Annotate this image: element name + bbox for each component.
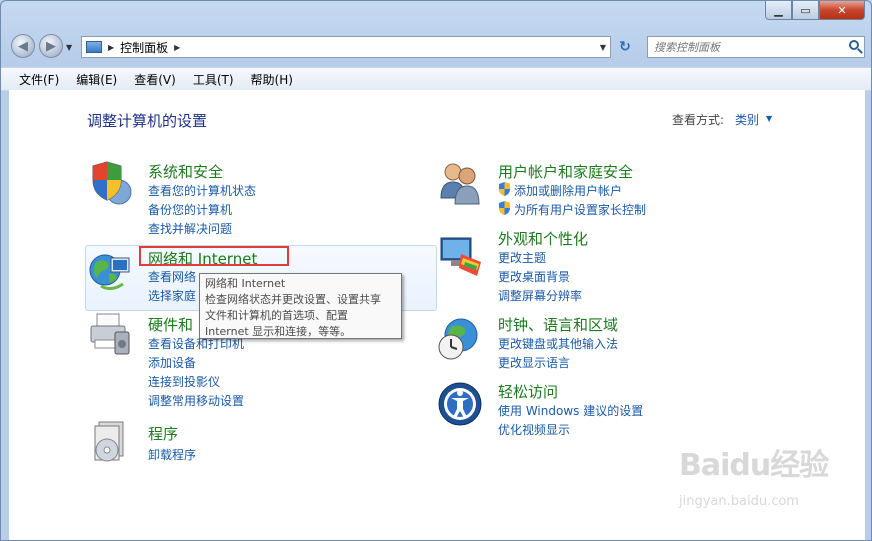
link-change-theme[interactable]: 更改主题 — [498, 249, 546, 266]
forward-button[interactable]: ▶ — [39, 34, 63, 58]
category-system-security[interactable]: 系统和安全 — [148, 161, 223, 182]
menu-bar: 文件(F) 编辑(E) 查看(V) 工具(T) 帮助(H) — [1, 67, 871, 91]
chevron-down-icon[interactable]: ▼ — [766, 114, 772, 123]
category-clock-language-region[interactable]: 时钟、语言和区域 — [498, 314, 618, 335]
control-panel-icon — [86, 41, 102, 53]
control-panel-window: ▁ ▭ ✕ ◀ ▶ ▼ ▶ 控制面板 ▶ ▼ ↻ 文件(F) 编辑(E) 查看(… — [0, 0, 872, 541]
arrow-left-icon: ◀ — [18, 38, 28, 54]
address-bar[interactable]: ▶ 控制面板 ▶ ▼ — [81, 36, 611, 58]
network-globe-icon — [89, 254, 130, 291]
close-button[interactable]: ✕ — [819, 1, 865, 20]
link-add-device[interactable]: 添加设备 — [148, 354, 196, 371]
link-view-computer-status[interactable]: 查看您的计算机状态 — [148, 182, 256, 199]
link-windows-suggested-settings[interactable]: 使用 Windows 建议的设置 — [498, 402, 643, 419]
programs-icon — [94, 421, 124, 462]
link-parental-controls[interactable]: 为所有用户设置家长控制 — [514, 201, 646, 218]
link-mobility-settings[interactable]: 调整常用移动设置 — [148, 392, 244, 409]
view-by-label: 查看方式: — [672, 113, 725, 127]
search-input[interactable] — [648, 39, 846, 55]
maximize-button[interactable]: ▭ — [792, 1, 819, 20]
search-icon[interactable] — [849, 40, 859, 50]
clock-globe-icon — [438, 318, 478, 360]
menu-file[interactable]: 文件(F) — [1, 71, 66, 88]
security-shield-icon — [92, 161, 132, 205]
menu-view[interactable]: 查看(V) — [124, 71, 183, 88]
category-ease-of-access[interactable]: 轻松访问 — [498, 381, 558, 402]
network-tooltip: 网络和 Internet 检查网络状态并更改设置、设置共享 文件和计算机的首选项… — [199, 273, 402, 339]
tooltip-line: 检查网络状态并更改设置、设置共享 — [205, 293, 381, 306]
category-programs[interactable]: 程序 — [148, 423, 178, 444]
link-connect-projector[interactable]: 连接到投影仪 — [148, 373, 220, 390]
link-add-remove-accounts[interactable]: 添加或删除用户帐户 — [514, 182, 622, 199]
link-optimize-visual-display[interactable]: 优化视频显示 — [498, 421, 570, 438]
link-uninstall-program[interactable]: 卸载程序 — [148, 446, 196, 463]
menu-tools[interactable]: 工具(T) — [183, 71, 241, 88]
tooltip-line: Internet 显示和连接，等等。 — [205, 325, 352, 338]
watermark-url: jingyan.baidu.com — [679, 494, 799, 509]
uac-shield-icon — [499, 201, 510, 215]
appearance-monitor-icon — [440, 237, 481, 276]
tooltip-line: 网络和 Internet — [205, 277, 286, 290]
category-hardware-sound[interactable]: 硬件和 — [148, 314, 193, 335]
caption-buttons: ▁ ▭ ✕ — [765, 1, 865, 20]
watermark-brand: Baidu经验 — [679, 448, 829, 483]
navigation-bar: ◀ ▶ ▼ ▶ 控制面板 ▶ ▼ ↻ — [1, 34, 871, 60]
link-view-network[interactable]: 查看网络 — [148, 268, 196, 285]
breadcrumb-control-panel[interactable]: 控制面板 — [120, 39, 168, 56]
link-backup-computer[interactable]: 备份您的计算机 — [148, 201, 232, 218]
link-troubleshoot[interactable]: 查找并解决问题 — [148, 220, 232, 237]
link-choose-homegroup[interactable]: 选择家庭 — [148, 287, 196, 304]
refresh-button[interactable]: ↻ — [614, 37, 636, 57]
search-box[interactable] — [647, 36, 865, 58]
minimize-button[interactable]: ▁ — [765, 1, 792, 20]
printer-icon — [90, 313, 130, 355]
link-change-desktop-background[interactable]: 更改桌面背景 — [498, 268, 570, 285]
address-dropdown-icon[interactable]: ▼ — [600, 43, 606, 52]
menu-help[interactable]: 帮助(H) — [241, 71, 300, 88]
view-by-dropdown[interactable]: 类别 — [735, 111, 759, 128]
baidu-watermark: Baidu经验 jingyan.baidu.com — [679, 440, 829, 509]
breadcrumb-arrow-icon[interactable]: ▶ — [174, 43, 180, 52]
uac-shield-icon — [499, 182, 510, 196]
recent-pages-dropdown[interactable]: ▼ — [66, 43, 72, 52]
link-change-keyboard-input[interactable]: 更改键盘或其他输入法 — [498, 335, 618, 352]
page-title: 调整计算机的设置 — [87, 112, 208, 130]
refresh-icon: ↻ — [619, 39, 631, 55]
category-appearance[interactable]: 外观和个性化 — [498, 228, 588, 249]
arrow-right-icon: ▶ — [46, 38, 56, 54]
breadcrumb-arrow-icon[interactable]: ▶ — [108, 43, 114, 52]
red-highlight-box — [139, 246, 289, 266]
ease-of-access-icon — [438, 382, 482, 426]
back-button[interactable]: ◀ — [11, 34, 35, 58]
content-area: 调整计算机的设置 查看方式: 类别 ▼ 系统和安全 查看您的计算机状态 备份您的… — [9, 90, 865, 540]
link-adjust-resolution[interactable]: 调整屏幕分辨率 — [498, 287, 582, 304]
link-change-display-language[interactable]: 更改显示语言 — [498, 354, 570, 371]
category-user-accounts[interactable]: 用户帐户和家庭安全 — [498, 161, 633, 182]
menu-edit[interactable]: 编辑(E) — [66, 71, 124, 88]
tooltip-line: 文件和计算机的首选项、配置 — [205, 309, 348, 322]
users-icon — [440, 163, 480, 205]
